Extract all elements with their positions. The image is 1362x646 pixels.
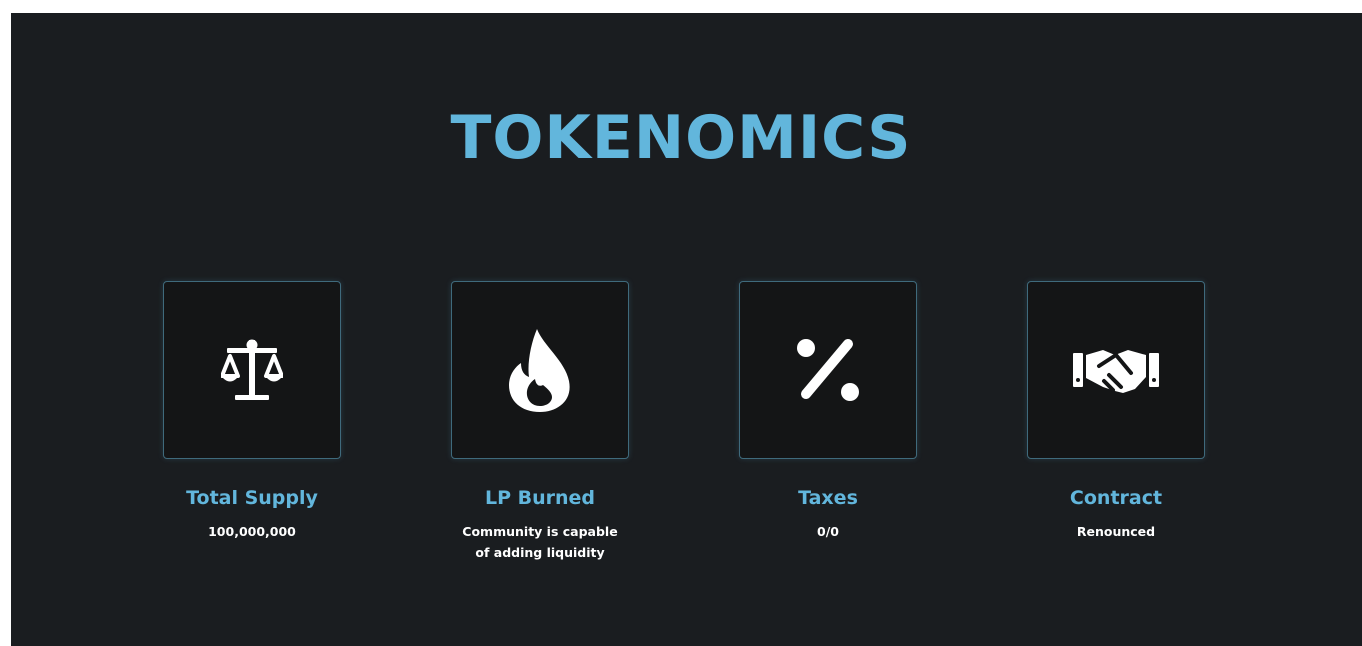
balance-scale-icon bbox=[221, 338, 283, 402]
card-label: LP Burned bbox=[484, 487, 596, 509]
card-label: Contract bbox=[1069, 487, 1163, 509]
card-label: Total Supply bbox=[186, 487, 318, 509]
handshake-icon bbox=[1073, 347, 1159, 393]
card-value: 100,000,000 bbox=[208, 524, 296, 539]
card-contract: Contract Renounced bbox=[1027, 281, 1205, 539]
card-label: Taxes bbox=[798, 487, 858, 509]
card-lp-burned: LP Burned Community is capable of adding… bbox=[451, 281, 629, 560]
card-value: Renounced bbox=[1076, 524, 1156, 539]
card-taxes: Taxes 0/0 bbox=[739, 281, 917, 539]
card-icon-box bbox=[451, 281, 629, 459]
card-icon-box bbox=[163, 281, 341, 459]
card-value: Community is capable of adding liquidity bbox=[462, 524, 618, 560]
card-value: 0/0 bbox=[817, 524, 839, 539]
card-icon-box bbox=[1027, 281, 1205, 459]
fire-icon bbox=[507, 327, 573, 413]
card-icon-box bbox=[739, 281, 917, 459]
section-title: TOKENOMICS bbox=[450, 103, 912, 173]
card-total-supply: Total Supply 100,000,000 bbox=[163, 281, 341, 539]
percent-icon bbox=[796, 338, 860, 402]
